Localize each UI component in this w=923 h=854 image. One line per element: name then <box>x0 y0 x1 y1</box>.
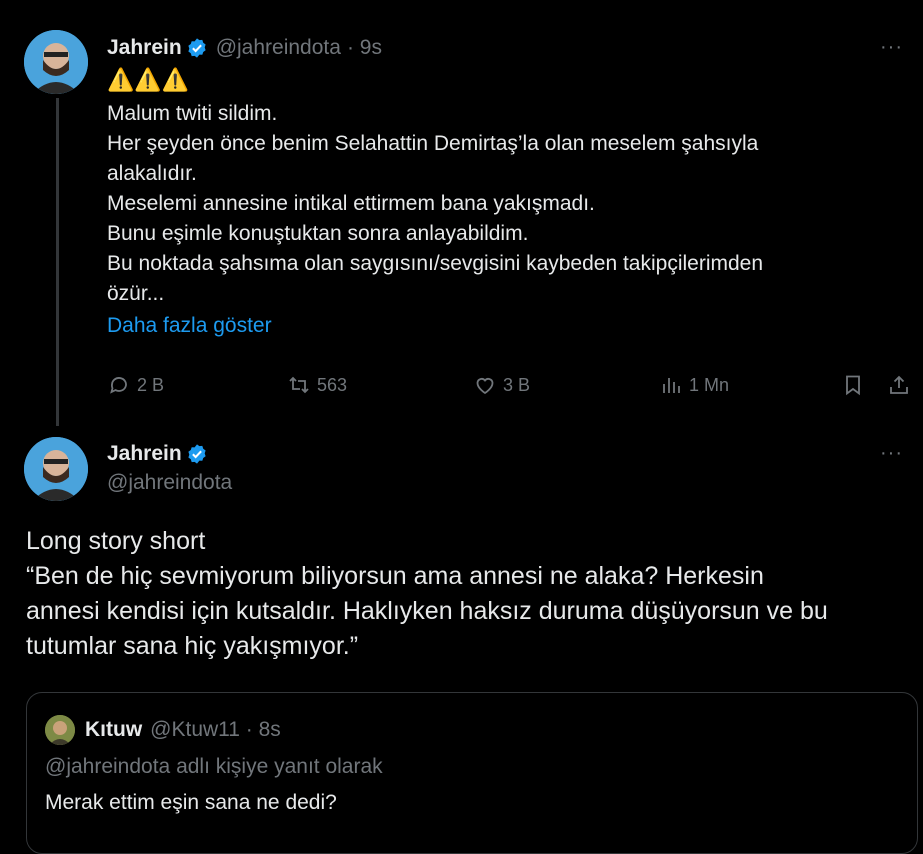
quoted-tweet[interactable]: Kıtuw @Ktuw11 · 8s @jahreindota adlı kiş… <box>26 692 918 854</box>
views-button[interactable]: 1 Mn <box>659 373 729 397</box>
like-button[interactable]: 3 B <box>473 373 530 397</box>
bookmark-icon <box>846 375 860 396</box>
tweet1-line: Bunu eşimle konuştuktan sonra anlayabild… <box>107 222 529 245</box>
avatar-jahrein[interactable] <box>24 437 88 501</box>
reply-icon <box>110 377 127 394</box>
quote-text: Merak ettim eşin sana ne dedi? <box>45 791 337 814</box>
verified-icon <box>188 38 206 58</box>
tweet1-line: özür... <box>107 282 165 305</box>
verified-icon <box>188 444 206 464</box>
tweet1-text: ⚠️⚠️⚠️ Malum twiti sildim. Her şeyden ön… <box>107 67 887 341</box>
share-icon <box>890 375 908 394</box>
tweet2-text: Long story short “Ben de hiç sevmiyorum … <box>26 524 916 664</box>
tweet1-line: Meselemi annesine intikal ettirmem bana … <box>107 192 595 215</box>
quote-avatar[interactable] <box>45 715 75 745</box>
reply-count: 2 B <box>137 374 165 395</box>
tweet1-line: alakalıdır. <box>107 162 197 185</box>
tweet1-header: Jahrein @jahreindota · 9s <box>107 34 382 62</box>
more-icon[interactable]: ··· <box>880 442 903 465</box>
like-icon <box>476 378 494 395</box>
more-icon[interactable]: ··· <box>880 36 903 59</box>
retweet-count: 563 <box>317 374 348 395</box>
tweet2-line: Long story short <box>26 527 206 555</box>
tweet1-line: Bu noktada şahsıma olan saygısını/sevgis… <box>107 252 764 275</box>
tweet1-action-bar: 2 B 563 3 B 1 Mn <box>107 370 917 400</box>
tweet1-line: Her şeyden önce benim Selahattin Demirta… <box>107 132 759 155</box>
reply-button[interactable]: 2 B <box>107 373 164 397</box>
thread-line <box>56 98 59 426</box>
warning-emojis: ⚠️⚠️⚠️ <box>107 67 190 92</box>
tweet1-line: Malum twiti sildim. <box>107 102 278 125</box>
tweet1-author-handle[interactable]: @jahreindota <box>216 36 341 60</box>
tweet1-timestamp[interactable]: · 9s <box>347 36 382 60</box>
retweet-icon <box>289 376 309 394</box>
quote-reply-context: @jahreindota adlı kişiye yanıt olarak <box>45 755 383 778</box>
tweet2-author-handle[interactable]: @jahreindota <box>107 471 232 495</box>
tweet2-header: Jahrein <box>107 440 208 468</box>
tweet2-line: “Ben de hiç sevmiyorum biliyorsun ama an… <box>26 562 764 590</box>
tweet1-author-name[interactable]: Jahrein <box>107 36 182 60</box>
views-count: 1 Mn <box>689 374 730 395</box>
tweet2-author-name[interactable]: Jahrein <box>107 442 182 466</box>
avatar-jahrein[interactable] <box>24 30 88 94</box>
tweet2-line: annesi kendisi için kutsaldır. Haklıyken… <box>26 597 828 625</box>
show-more-link[interactable]: Daha fazla göster <box>107 311 887 341</box>
quote-author-name[interactable]: Kıtuw <box>85 718 142 742</box>
retweet-button[interactable]: 563 <box>287 373 347 397</box>
bookmark-button[interactable] <box>841 373 865 397</box>
tweet2-line: tutumlar sana hiç yakışmıyor.” <box>26 632 359 660</box>
like-count: 3 B <box>503 374 531 395</box>
quote-header: Kıtuw @Ktuw11 · 8s <box>85 715 281 745</box>
quote-author-handle[interactable]: @Ktuw11 · 8s <box>150 718 281 742</box>
views-icon <box>663 378 680 393</box>
share-button[interactable] <box>887 373 911 397</box>
